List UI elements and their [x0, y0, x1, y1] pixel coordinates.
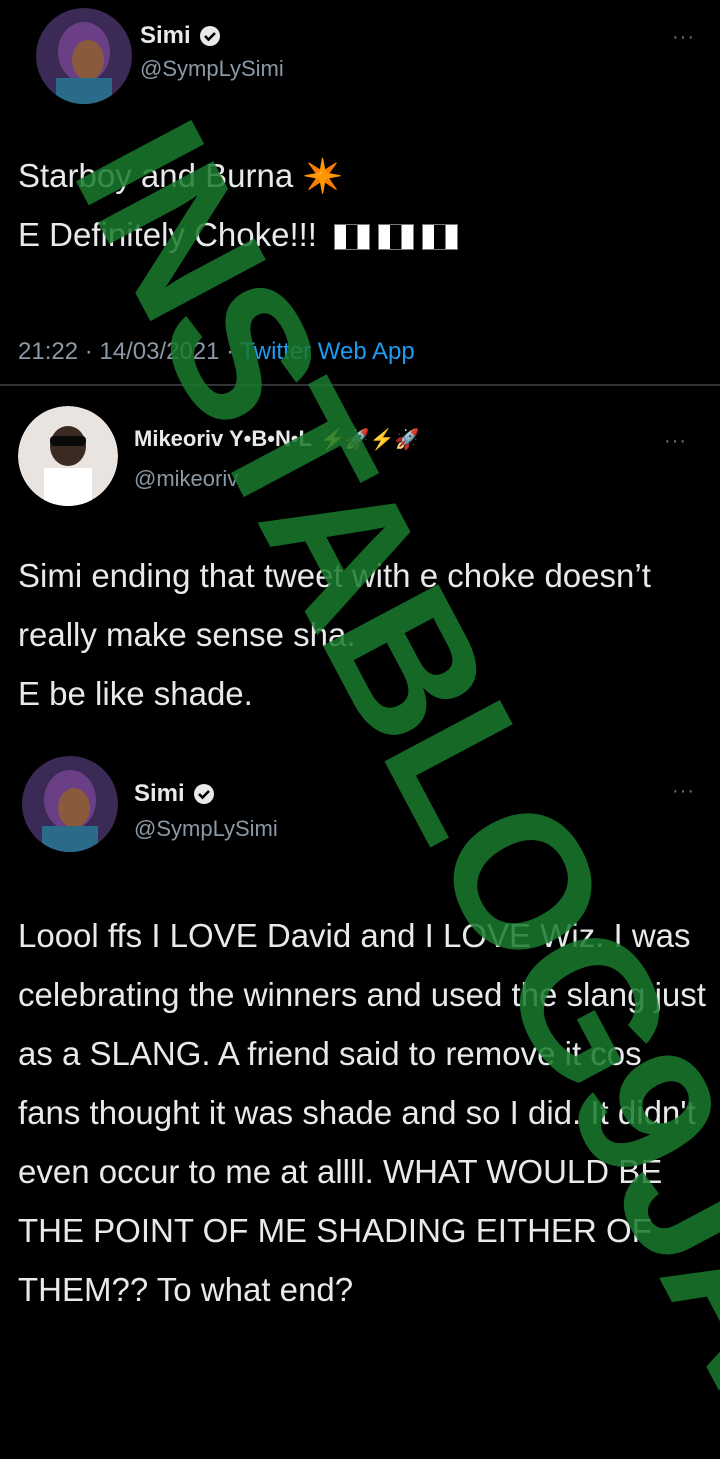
avatar[interactable]: [22, 756, 118, 852]
tweet-1: Simi @SympLySimi ··· Starboy and Burna ✴…: [0, 0, 720, 384]
tweet-timestamp[interactable]: 21:22 · 14/03/2021 ·: [18, 338, 234, 365]
tweet-line: E Definitely Choke!!!: [18, 205, 708, 264]
tweet-line: Starboy and Burna ✴️: [18, 157, 344, 194]
more-icon[interactable]: ···: [672, 780, 695, 803]
avatar[interactable]: [36, 8, 132, 104]
tweet-meta: 21:22 · 14/03/2021 · Twitter Web App: [18, 338, 415, 366]
tweet-text: Starboy and Burna ✴️ E Definitely Choke!…: [18, 146, 708, 264]
tweet-line: Loool ffs I LOVE David and I LOVE Wiz. I…: [18, 917, 706, 1308]
verified-icon: [199, 26, 220, 46]
tweet-text: Simi ending that tweet with e choke does…: [18, 546, 708, 723]
tweet-2: Mikeoriv Y•B•N•L ⚡🚀⚡🚀 @mikeoriv ··· Simi…: [0, 386, 720, 748]
tweet-line: E be like shade.: [18, 675, 253, 712]
author-handle[interactable]: @SympLySimi: [134, 816, 278, 842]
author-name[interactable]: Simi: [140, 22, 221, 50]
avatar[interactable]: [18, 406, 118, 506]
tweet-text: Loool ffs I LOVE David and I LOVE Wiz. I…: [18, 906, 708, 1319]
source-app-link[interactable]: Twitter Web App: [240, 338, 414, 365]
more-icon[interactable]: ···: [664, 430, 687, 453]
tweet-3: Simi @SympLySimi ··· Loool ffs I LOVE Da…: [0, 748, 720, 1459]
author-handle[interactable]: @SympLySimi: [140, 56, 284, 82]
tweet-line: Simi ending that tweet with e choke does…: [18, 557, 651, 653]
lightning-rocket-emoji: ⚡🚀⚡🚀: [319, 428, 420, 451]
author-name[interactable]: Mikeoriv Y•B•N•L ⚡🚀⚡🚀: [134, 426, 420, 452]
nigeria-flag-icon: [334, 224, 371, 251]
author-handle[interactable]: @mikeoriv: [134, 466, 238, 492]
nigeria-flag-icon: [378, 224, 415, 251]
author-name[interactable]: Simi: [134, 780, 215, 808]
more-icon[interactable]: ···: [672, 26, 695, 49]
verified-icon: [193, 784, 214, 804]
nigeria-flag-icon: [422, 224, 459, 251]
